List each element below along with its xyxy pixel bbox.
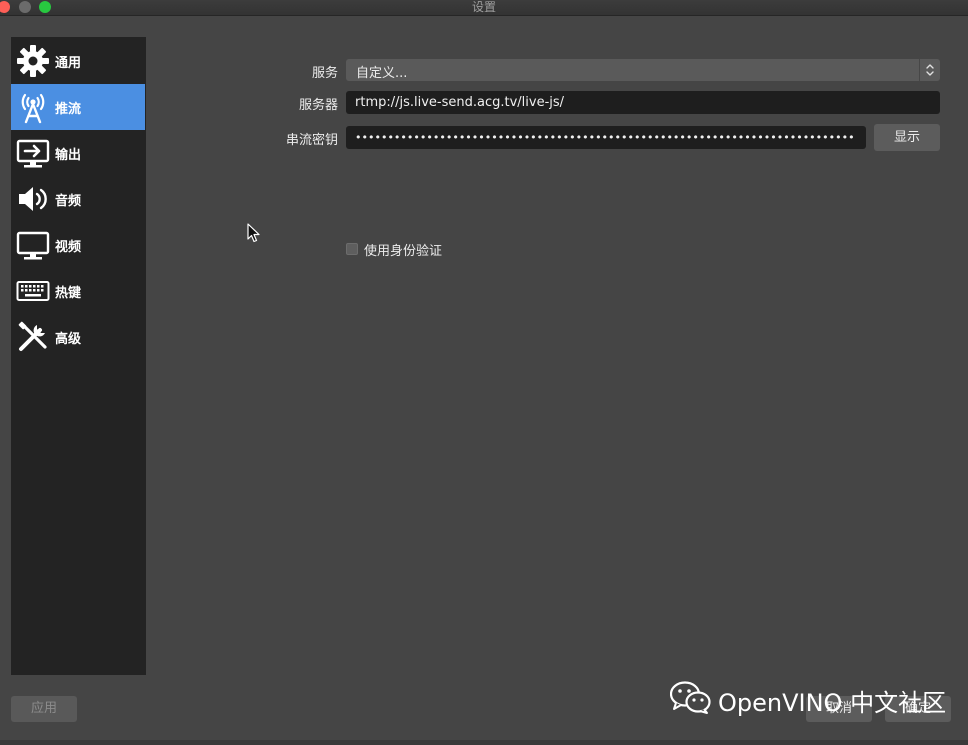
sidebar-item-label: 视频 — [55, 239, 82, 255]
wechat-icon — [669, 681, 712, 719]
sidebar-item-output[interactable]: 输出 — [11, 130, 145, 176]
stream-key-label: 串流密钥 — [285, 133, 338, 148]
server-input[interactable]: rtmp://js.live-send.acg.tv/live-js/ — [346, 91, 940, 114]
settings-sidebar: 通用 推流 输出 音频 视频 热键 高级 — [11, 37, 146, 675]
sidebar-item-label: 热键 — [55, 285, 82, 301]
watermark-text: OpenVINO 中文社区 — [718, 688, 947, 717]
sidebar-item-video[interactable]: 视频 — [11, 222, 145, 268]
broadcast-antenna-icon — [15, 89, 51, 125]
window-title: 设置 — [471, 0, 496, 14]
sidebar-item-advanced[interactable]: 高级 — [11, 314, 145, 360]
watermark: OpenVINO 中文社区 — [669, 681, 947, 719]
sidebar-item-hotkeys[interactable]: 热键 — [11, 268, 145, 314]
sidebar-item-label: 高级 — [55, 331, 82, 347]
chevron-up-down-icon — [919, 59, 940, 81]
output-monitor-icon — [15, 135, 51, 171]
gear-icon — [15, 43, 51, 79]
service-label: 服务 — [311, 66, 338, 81]
sidebar-item-label: 通用 — [55, 55, 82, 71]
server-label: 服务器 — [298, 98, 338, 113]
use-auth-label: 使用身份验证 — [364, 243, 443, 259]
sidebar-item-label: 音频 — [55, 193, 82, 209]
sidebar-item-label: 推流 — [55, 101, 82, 117]
keyboard-icon — [15, 273, 51, 309]
title-bar: 设置 — [0, 0, 968, 16]
show-key-button[interactable]: 显示 — [874, 124, 940, 151]
service-selected-value: 自定义... — [356, 66, 408, 81]
stream-key-input[interactable]: ••••••••••••••••••••••••••••••••••••••••… — [346, 126, 866, 149]
speaker-icon — [15, 181, 51, 217]
settings-window: 设置 通用 推流 输出 音频 视频 热键 高级 服务 自定义... 服务器 rt… — [0, 0, 968, 745]
service-select[interactable]: 自定义... — [346, 59, 940, 81]
sidebar-item-label: 输出 — [55, 147, 82, 163]
sidebar-item-audio[interactable]: 音频 — [11, 176, 145, 222]
monitor-icon — [15, 227, 51, 263]
tools-icon — [15, 319, 51, 355]
window-bottom-edge — [0, 740, 968, 745]
sidebar-item-general[interactable]: 通用 — [11, 38, 145, 84]
mouse-cursor-icon — [247, 223, 261, 247]
sidebar-item-stream[interactable]: 推流 — [11, 84, 145, 130]
use-auth-checkbox-row[interactable]: 使用身份验证 — [346, 241, 443, 259]
apply-button[interactable]: 应用 — [11, 696, 77, 722]
use-auth-checkbox[interactable] — [346, 243, 358, 255]
